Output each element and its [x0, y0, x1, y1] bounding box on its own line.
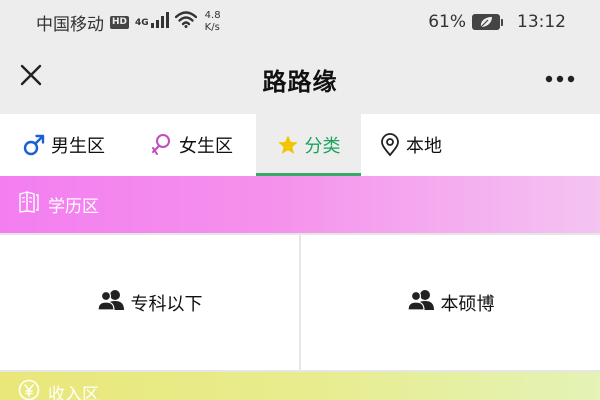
- network-speed: 4.8 K/s: [205, 10, 221, 34]
- section-header-income: 收入区: [0, 372, 600, 400]
- clock: 13:12: [517, 12, 566, 32]
- tab-label: 女生区: [179, 136, 233, 157]
- users-icon: [406, 289, 435, 316]
- speed-value: 4.8: [204, 10, 221, 21]
- tab-female-zone[interactable]: 女生区: [128, 114, 256, 176]
- yen-circle-icon: [18, 379, 40, 400]
- status-bar: 中国移动 HD 4G 4.8 K/s 61% 13:12: [0, 0, 600, 44]
- category-tabs: 男生区 女生区 分类 本地: [0, 114, 600, 176]
- tab-label: 分类: [304, 136, 341, 157]
- book-icon: [18, 191, 40, 218]
- hd-badge: HD: [110, 15, 130, 29]
- status-right: 61% 13:12: [428, 12, 566, 32]
- grid-item-label: 专科以下: [130, 293, 203, 315]
- wifi-icon: [174, 11, 197, 33]
- tab-label: 男生区: [51, 136, 105, 157]
- tab-local[interactable]: 本地: [361, 114, 461, 176]
- battery-percent: 61%: [428, 12, 466, 32]
- tab-male-zone[interactable]: 男生区: [0, 114, 128, 176]
- close-button[interactable]: [16, 62, 46, 92]
- signal-icon: [150, 11, 169, 33]
- grid-item-below-college[interactable]: 专科以下: [0, 235, 299, 370]
- male-symbol-icon: [23, 134, 45, 156]
- tab-label: 本地: [406, 136, 442, 157]
- status-left: 中国移动 HD 4G 4.8 K/s: [36, 10, 221, 35]
- grid-item-label: 本硕博: [440, 293, 495, 315]
- section-label: 学历区: [48, 197, 99, 217]
- more-button[interactable]: [542, 64, 578, 90]
- users-icon: [96, 289, 125, 316]
- education-grid: 专科以下 本硕博: [0, 233, 600, 372]
- network-type: 4G: [135, 17, 149, 28]
- location-pin-icon: [380, 133, 400, 157]
- section-label: 收入区: [48, 384, 99, 400]
- star-icon: [277, 134, 299, 156]
- app-header: 路路缘: [0, 44, 600, 114]
- close-icon: [19, 63, 43, 91]
- carrier-name: 中国移动: [36, 14, 104, 35]
- speed-unit: K/s: [204, 22, 220, 33]
- more-horizontal-icon: [545, 68, 575, 87]
- tab-category[interactable]: 分类: [256, 114, 361, 176]
- grid-item-bachelor-master-phd[interactable]: 本硕博: [301, 235, 600, 370]
- page-title: 路路缘: [262, 67, 338, 96]
- female-symbol-icon: [151, 133, 173, 157]
- section-header-education: 学历区: [0, 176, 600, 233]
- battery-icon: [472, 14, 503, 30]
